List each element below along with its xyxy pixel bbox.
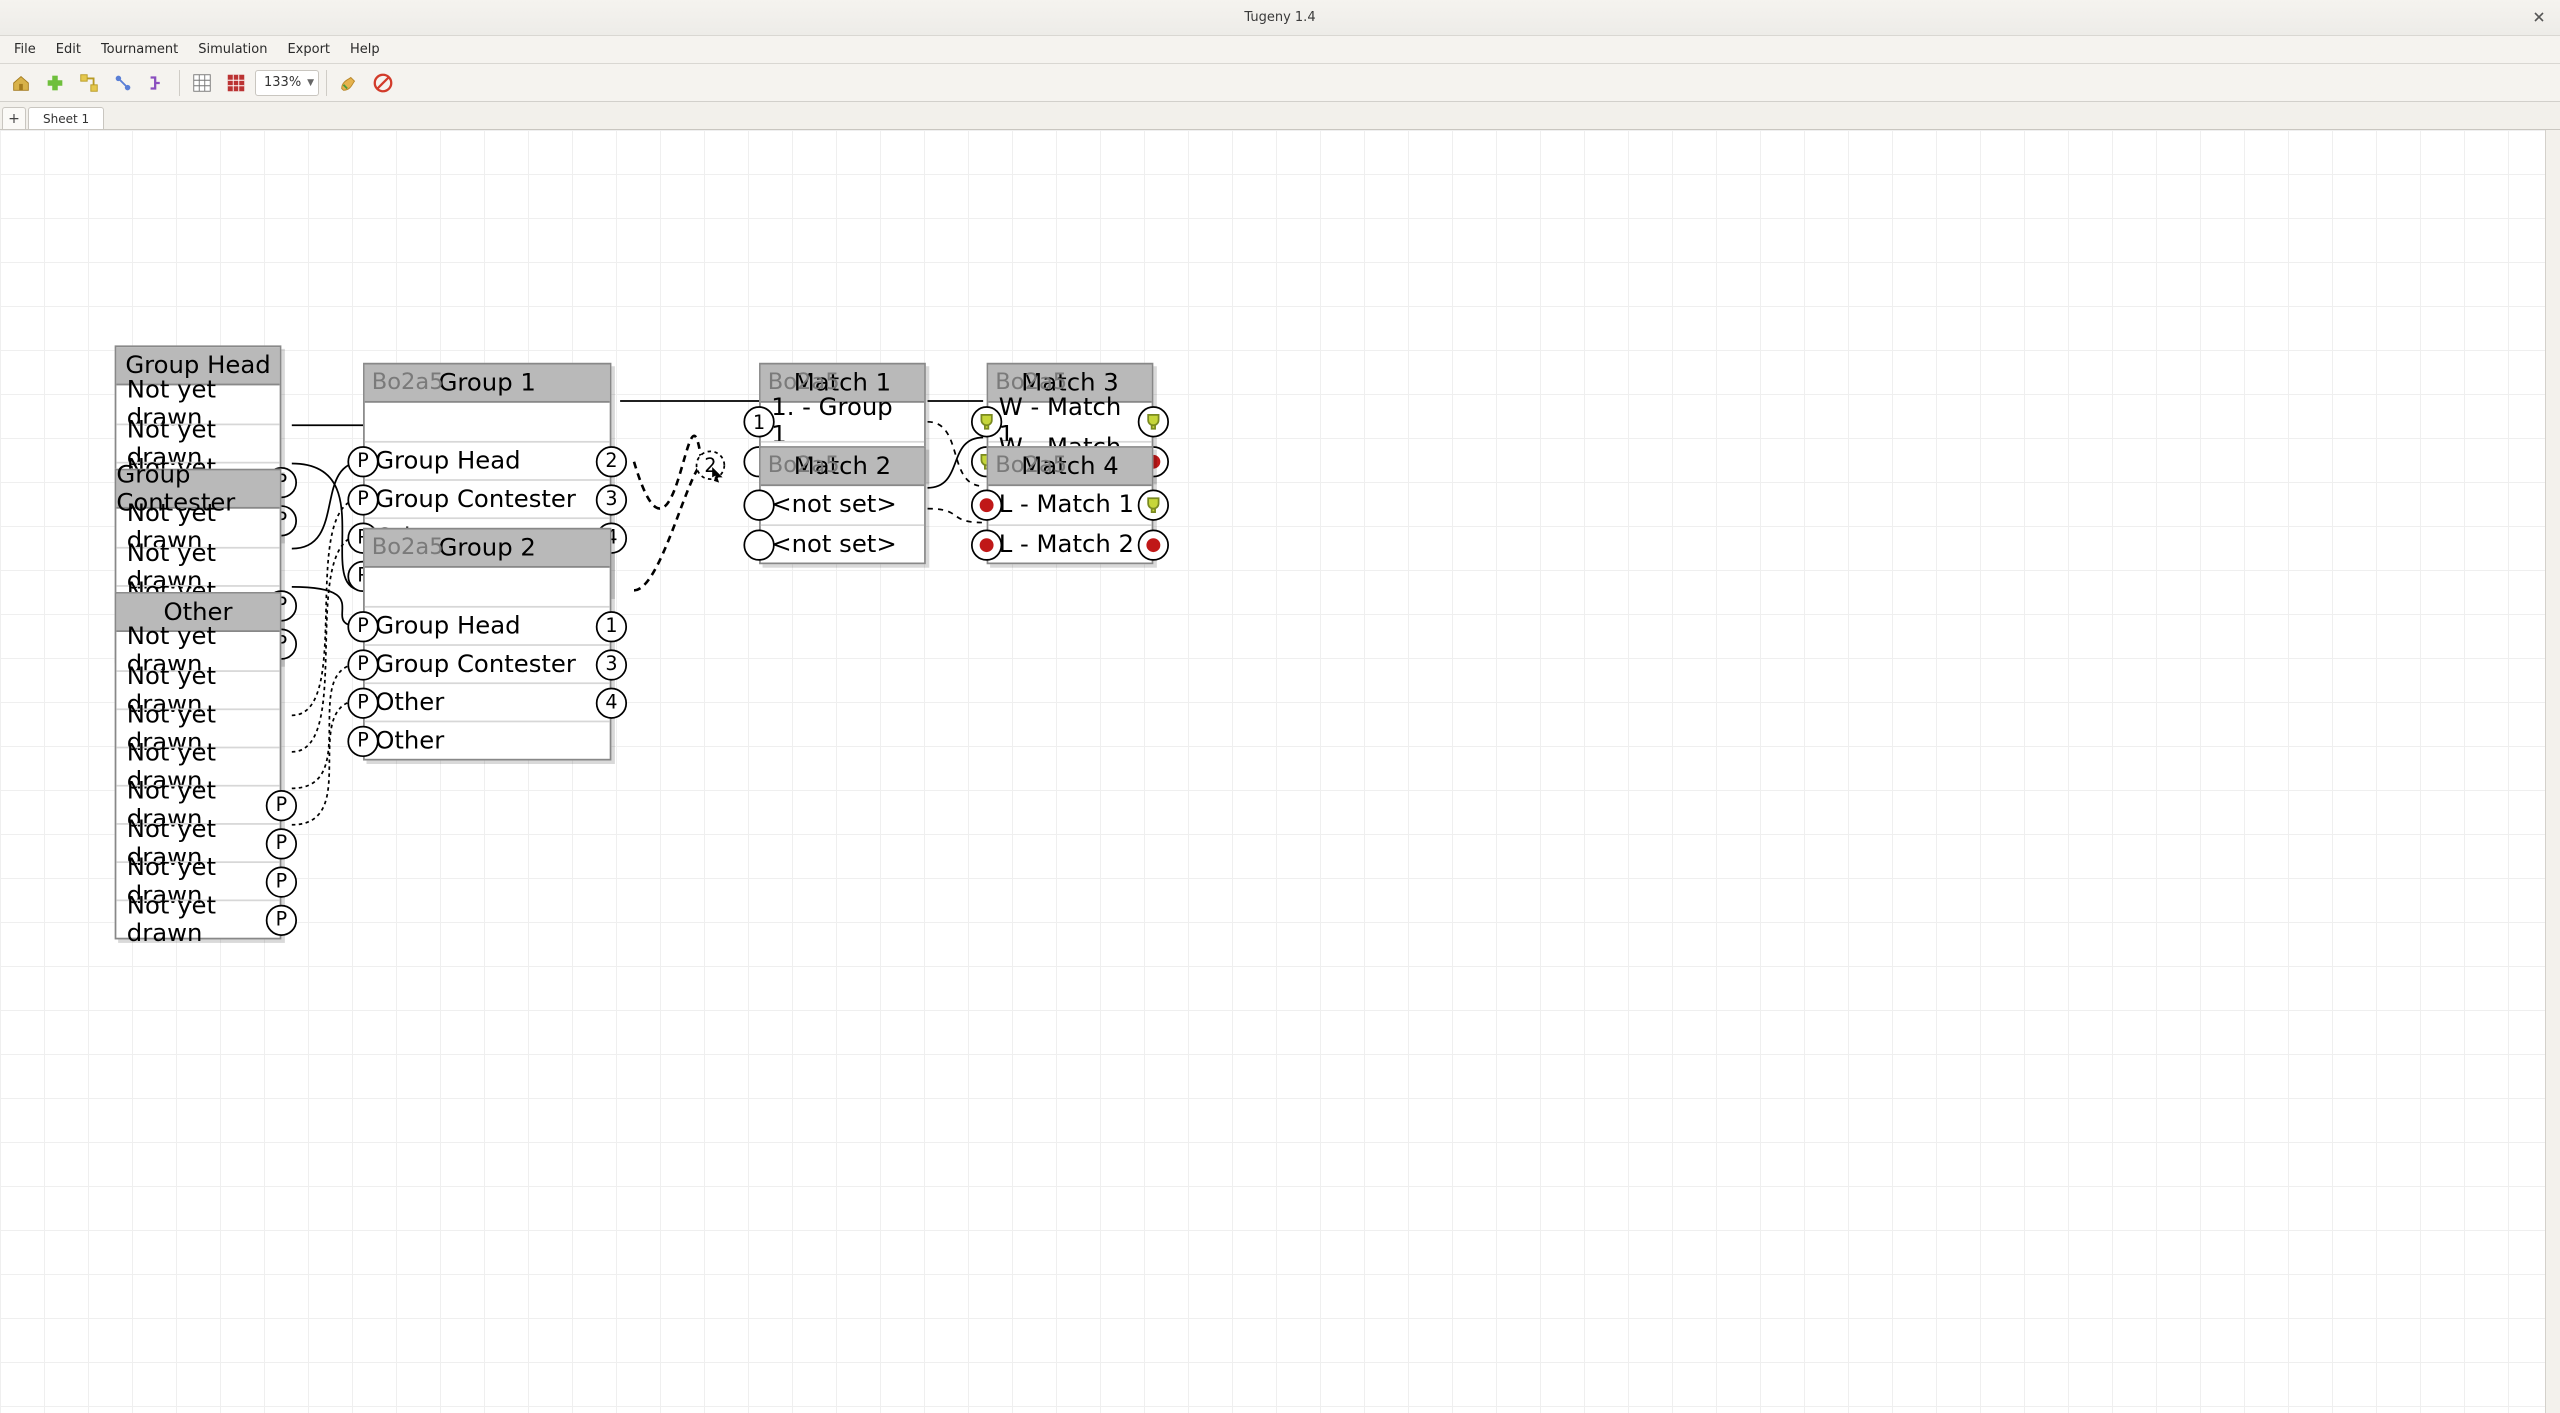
- output-port[interactable]: P: [266, 904, 297, 935]
- window-close-button[interactable]: [2528, 6, 2550, 28]
- toolbar-separator: [326, 70, 327, 96]
- list-item[interactable]: Not yet drawn P: [116, 899, 279, 937]
- toolbar-add-green-icon[interactable]: [40, 68, 70, 98]
- app-title: Tugeny 1.4: [1244, 10, 1315, 25]
- toolbar-home-icon[interactable]: [6, 68, 36, 98]
- output-port-winner[interactable]: [1138, 406, 1169, 437]
- output-port[interactable]: 3: [596, 483, 627, 514]
- input-port[interactable]: P: [347, 648, 378, 679]
- match-row[interactable]: 1 1. - Group 1: [761, 403, 924, 441]
- input-port[interactable]: [743, 529, 774, 560]
- match-2[interactable]: Bo2a5 Match 2 <not set> <not set>: [759, 446, 926, 564]
- output-port[interactable]: P: [266, 789, 297, 820]
- menu-bar: File Edit Tournament Simulation Export H…: [0, 36, 2560, 64]
- group-1-tag: Bo2a5: [372, 370, 444, 396]
- match-4-tag: Bo2a5: [995, 453, 1067, 479]
- toolbar: 133% ▼: [0, 64, 2560, 102]
- group-row[interactable]: P Group Contester 3: [365, 479, 610, 517]
- zoom-value: 133%: [264, 75, 301, 90]
- output-port-winner[interactable]: [1138, 490, 1169, 521]
- toolbar-grid-light-icon[interactable]: [187, 68, 217, 98]
- toolbar-link-yellow-icon[interactable]: [74, 68, 104, 98]
- output-port[interactable]: P: [266, 866, 297, 897]
- input-port-winner[interactable]: [971, 406, 1002, 437]
- match-row[interactable]: <not set>: [761, 486, 924, 524]
- toolbar-bracket-purple-icon[interactable]: [142, 68, 172, 98]
- match-row[interactable]: <not set>: [761, 524, 924, 562]
- group-row[interactable]: P Group Head 2: [365, 441, 610, 479]
- input-port[interactable]: P: [347, 483, 378, 514]
- toolbar-grid-dark-icon[interactable]: [221, 68, 251, 98]
- chevron-down-icon: ▼: [307, 78, 314, 88]
- tab-strip: + Sheet 1: [0, 102, 2560, 130]
- tab-sheet-1[interactable]: Sheet 1: [28, 107, 104, 129]
- menu-simulation[interactable]: Simulation: [188, 39, 277, 60]
- input-port[interactable]: P: [347, 445, 378, 476]
- group-empty-row: [365, 568, 610, 606]
- menu-edit[interactable]: Edit: [46, 39, 91, 60]
- tab-add-button[interactable]: +: [2, 107, 26, 129]
- output-port[interactable]: 2: [596, 445, 627, 476]
- group-2-title: Group 2: [439, 534, 536, 562]
- svg-text:2: 2: [704, 454, 716, 477]
- match-2-tag: Bo2a5: [768, 453, 840, 479]
- output-port-loser[interactable]: [1138, 529, 1169, 560]
- title-bar: Tugeny 1.4: [0, 0, 2560, 36]
- match-row[interactable]: L - Match 1: [988, 486, 1151, 524]
- output-port[interactable]: 4: [596, 687, 627, 718]
- input-port-loser[interactable]: [971, 490, 1002, 521]
- toolbar-connect-blue-icon[interactable]: [108, 68, 138, 98]
- group-row[interactable]: P Group Head 1: [365, 606, 610, 644]
- match-row[interactable]: L - Match 2: [988, 524, 1151, 562]
- group-row[interactable]: P Group Contester 3: [365, 644, 610, 682]
- input-port[interactable]: P: [347, 725, 378, 756]
- group-1-title: Group 1: [439, 369, 536, 397]
- group-2[interactable]: Bo2a5 Group 2 P Group Head 1 P Group Con…: [363, 528, 611, 761]
- input-port[interactable]: 1: [743, 406, 774, 437]
- input-port[interactable]: P: [347, 610, 378, 641]
- list-other[interactable]: Other Not yet drawn Not yet drawn Not ye…: [115, 592, 282, 939]
- input-port[interactable]: [743, 490, 774, 521]
- match-3-tag: Bo2a5: [995, 370, 1067, 396]
- drag-port-cursor: 2: [693, 448, 728, 483]
- list-group-head-title: Group Head: [125, 351, 270, 379]
- menu-tournament[interactable]: Tournament: [91, 39, 188, 60]
- toolbar-cancel-icon[interactable]: [368, 68, 398, 98]
- zoom-dropdown[interactable]: 133% ▼: [255, 70, 319, 96]
- output-port[interactable]: 1: [596, 610, 627, 641]
- output-port[interactable]: P: [266, 827, 297, 858]
- group-2-tag: Bo2a5: [372, 535, 444, 561]
- group-row[interactable]: P Other: [365, 721, 610, 759]
- input-port[interactable]: P: [347, 687, 378, 718]
- menu-export[interactable]: Export: [277, 39, 340, 60]
- match-4[interactable]: Bo2a5 Match 4 L - Match 1 L - Match 2: [987, 446, 1154, 564]
- group-row[interactable]: P Other 4: [365, 682, 610, 720]
- menu-file[interactable]: File: [4, 39, 46, 60]
- menu-help[interactable]: Help: [340, 39, 390, 60]
- toolbar-validate-icon[interactable]: [334, 68, 364, 98]
- list-other-title: Other: [163, 598, 232, 626]
- canvas[interactable]: .w { fill:none; stroke:#000; stroke-widt…: [0, 130, 2560, 1413]
- output-port[interactable]: 3: [596, 648, 627, 679]
- group-empty-row: [365, 403, 610, 441]
- match-1-tag: Bo2a5: [768, 370, 840, 396]
- toolbar-separator: [179, 70, 180, 96]
- input-port-loser[interactable]: [971, 529, 1002, 560]
